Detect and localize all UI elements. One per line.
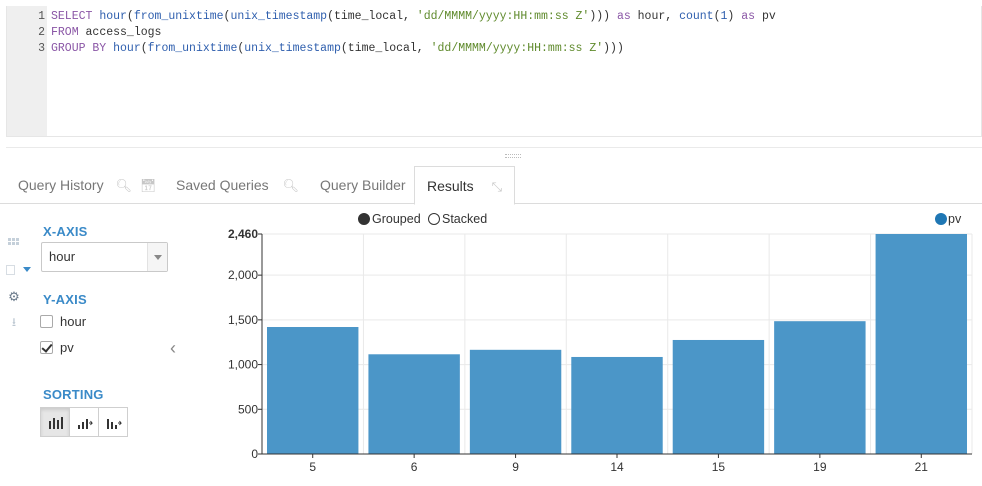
tab-query-builder-label: Query Builder	[320, 177, 406, 193]
bar	[774, 321, 866, 454]
code-line[interactable]: 2 FROM access_logs	[7, 25, 977, 41]
x-tick-label: 15	[712, 460, 726, 474]
y-tick-label: 2,000	[228, 268, 258, 282]
code-token: (	[713, 10, 721, 23]
code-token: 'dd/MMMM/yyyy:HH:mm:ss Z'	[430, 42, 604, 55]
x-tick-label: 19	[813, 460, 827, 474]
x-tick-label: 5	[309, 460, 316, 474]
tab-saved-queries[interactable]: Saved Queries 🔍︎	[176, 166, 299, 204]
code-token: hour	[113, 42, 141, 55]
x-axis-select[interactable]: hour	[41, 242, 168, 272]
bar	[672, 339, 765, 454]
sorting-button-group	[40, 407, 128, 437]
line-number: 1	[38, 10, 45, 23]
code-token: from_unixtime	[147, 42, 238, 55]
y-tick-label: 0	[251, 447, 258, 461]
code-token: as	[741, 10, 762, 23]
code-token: from_unixtime	[133, 10, 224, 23]
x-tick-label: 21	[915, 460, 929, 474]
results-tabs: Query History 🔍︎ 📅︎ Saved Queries 🔍︎ Que…	[0, 166, 982, 205]
tab-query-history-label: Query History	[18, 177, 104, 193]
code-text[interactable]: FROM access_logs	[51, 25, 161, 41]
tab-query-builder[interactable]: Query Builder	[320, 166, 406, 204]
sort-ascending-button[interactable]	[69, 407, 99, 437]
code-line[interactable]: 1 SELECT hour(from_unixtime(unix_timestam…	[7, 9, 977, 25]
bar	[875, 234, 967, 454]
sort-ascending-icon	[78, 419, 93, 429]
code-token: hour,	[637, 10, 680, 23]
code-token: )	[727, 10, 742, 23]
expand-icon[interactable]: ⤡	[492, 179, 502, 194]
code-token: 'dd/MMMM/yyyy:HH:mm:ss Z'	[416, 10, 590, 23]
code-token: hour	[99, 10, 127, 23]
y-tick-label: 500	[238, 402, 258, 416]
code-token: access_logs	[85, 26, 162, 39]
resize-handle[interactable]	[505, 154, 521, 158]
code-token: FROM	[51, 26, 86, 39]
x-tick-label: 6	[411, 460, 418, 474]
editor-divider	[6, 147, 982, 148]
tab-saved-queries-label: Saved Queries	[176, 177, 269, 193]
code-token: (	[140, 42, 148, 55]
code-token: as	[616, 10, 638, 23]
sql-editor[interactable]: 1 SELECT hour(from_unixtime(unix_timestam…	[6, 6, 982, 137]
code-token: )))	[589, 10, 617, 23]
gear-icon[interactable]: ⚙	[6, 290, 22, 304]
chart-type-dropdown[interactable]	[6, 262, 36, 276]
tab-query-history[interactable]: Query History 🔍︎ 📅︎	[18, 166, 156, 204]
bar	[571, 356, 663, 454]
bar	[267, 327, 359, 454]
chevron-down-icon	[147, 243, 167, 271]
y-axis-title: Y-AXIS	[43, 292, 87, 307]
x-tick-label: 9	[512, 460, 519, 474]
search-icon[interactable]: 🔍︎	[115, 178, 132, 193]
sort-none-button[interactable]	[40, 407, 70, 437]
bar	[368, 354, 460, 454]
collapse-panel-icon[interactable]: ‹	[170, 338, 176, 359]
y-tick-label: 1,500	[228, 313, 258, 327]
code-text[interactable]: SELECT hour(from_unixtime(unix_timestamp…	[51, 9, 776, 25]
y-tick-label: 2,460	[228, 227, 258, 241]
bar	[469, 349, 562, 454]
download-icon[interactable]: ⭳	[6, 315, 22, 329]
y-axis-option-label: hour	[60, 314, 87, 329]
bar-chart-icon	[49, 417, 63, 429]
code-text[interactable]: GROUP BY hour(from_unixtime(unix_timesta…	[51, 41, 624, 57]
y-tick-label: 1,000	[228, 358, 258, 372]
code-token: unix_timestamp	[230, 10, 328, 23]
code-token: (time_local,	[340, 42, 431, 55]
tab-results-label: Results	[427, 178, 474, 194]
tab-results[interactable]: Results ⤡	[414, 166, 515, 205]
pv-checkbox[interactable]	[40, 341, 53, 354]
y-axis-option-label: pv	[60, 340, 74, 355]
code-token: (time_local,	[327, 10, 417, 23]
search-icon[interactable]: 🔍︎	[283, 178, 300, 193]
x-axis-title: X-AXIS	[43, 224, 88, 239]
bar-chart: 0 500 1,000 1,500 2,000 2,460 5 6 9 14 15 19 21	[228, 227, 973, 474]
chevron-down-icon	[23, 267, 32, 273]
sort-descending-button[interactable]	[98, 407, 128, 437]
sorting-title: SORTING	[43, 387, 104, 402]
code-token: count	[679, 10, 714, 23]
code-line[interactable]: 3 GROUP BY hour(from_unixtime(unix_timest…	[7, 41, 977, 57]
calendar-icon[interactable]: 📅︎	[140, 178, 157, 193]
code-token: )))	[603, 42, 624, 55]
code-token: unix_timestamp	[244, 42, 341, 55]
sort-descending-icon	[107, 419, 122, 429]
line-number: 2	[38, 26, 45, 39]
code-token: (	[126, 10, 134, 23]
code-token: GROUP BY	[51, 42, 114, 55]
hour-checkbox[interactable]	[40, 315, 53, 328]
code-token: SELECT	[51, 10, 100, 23]
grid-view-icon[interactable]	[6, 236, 22, 250]
code-token: pv	[761, 10, 776, 23]
x-tick-label: 14	[610, 460, 624, 474]
chart-icon	[6, 264, 15, 275]
x-axis-selected-value: hour	[49, 249, 76, 264]
line-number: 3	[38, 42, 45, 55]
